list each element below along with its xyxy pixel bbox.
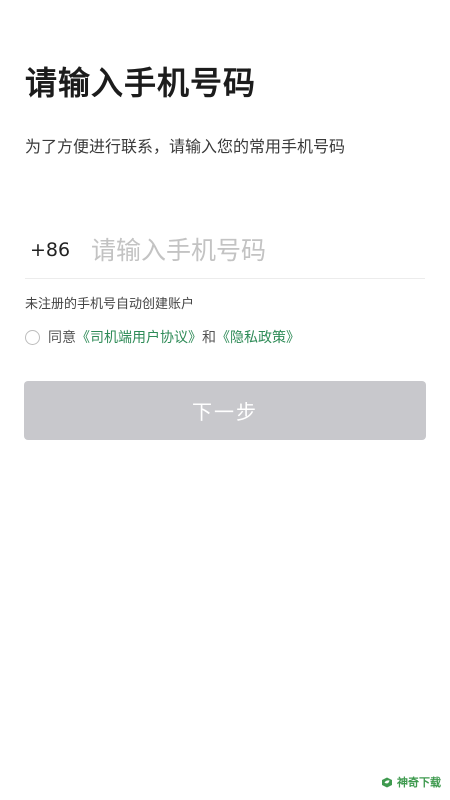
auto-register-hint: 未注册的手机号自动创建账户 bbox=[25, 297, 195, 312]
page-title: 请输入手机号码 bbox=[25, 64, 257, 102]
phone-input[interactable] bbox=[91, 230, 425, 270]
privacy-policy-link[interactable]: 《隐私政策》 bbox=[216, 327, 300, 347]
agree-prefix: 同意 bbox=[48, 330, 76, 346]
user-agreement-link[interactable]: 《司机端用户协议》 bbox=[76, 327, 202, 347]
agree-radio[interactable] bbox=[25, 329, 40, 345]
leaf-box-icon bbox=[382, 777, 392, 788]
country-code[interactable]: +86 bbox=[25, 239, 91, 261]
page-subtitle: 为了方便进行联系，请输入您的常用手机号码 bbox=[25, 137, 346, 156]
agree-and: 和 bbox=[202, 330, 216, 346]
phone-input-row: +86 bbox=[25, 222, 425, 279]
next-step-button[interactable]: 下一步 bbox=[24, 381, 426, 440]
watermark: 神奇下载 bbox=[380, 774, 441, 790]
agreement-row: 同意 《司机端用户协议》 和 《隐私政策》 bbox=[25, 327, 300, 347]
watermark-text: 神奇下载 bbox=[397, 776, 441, 789]
